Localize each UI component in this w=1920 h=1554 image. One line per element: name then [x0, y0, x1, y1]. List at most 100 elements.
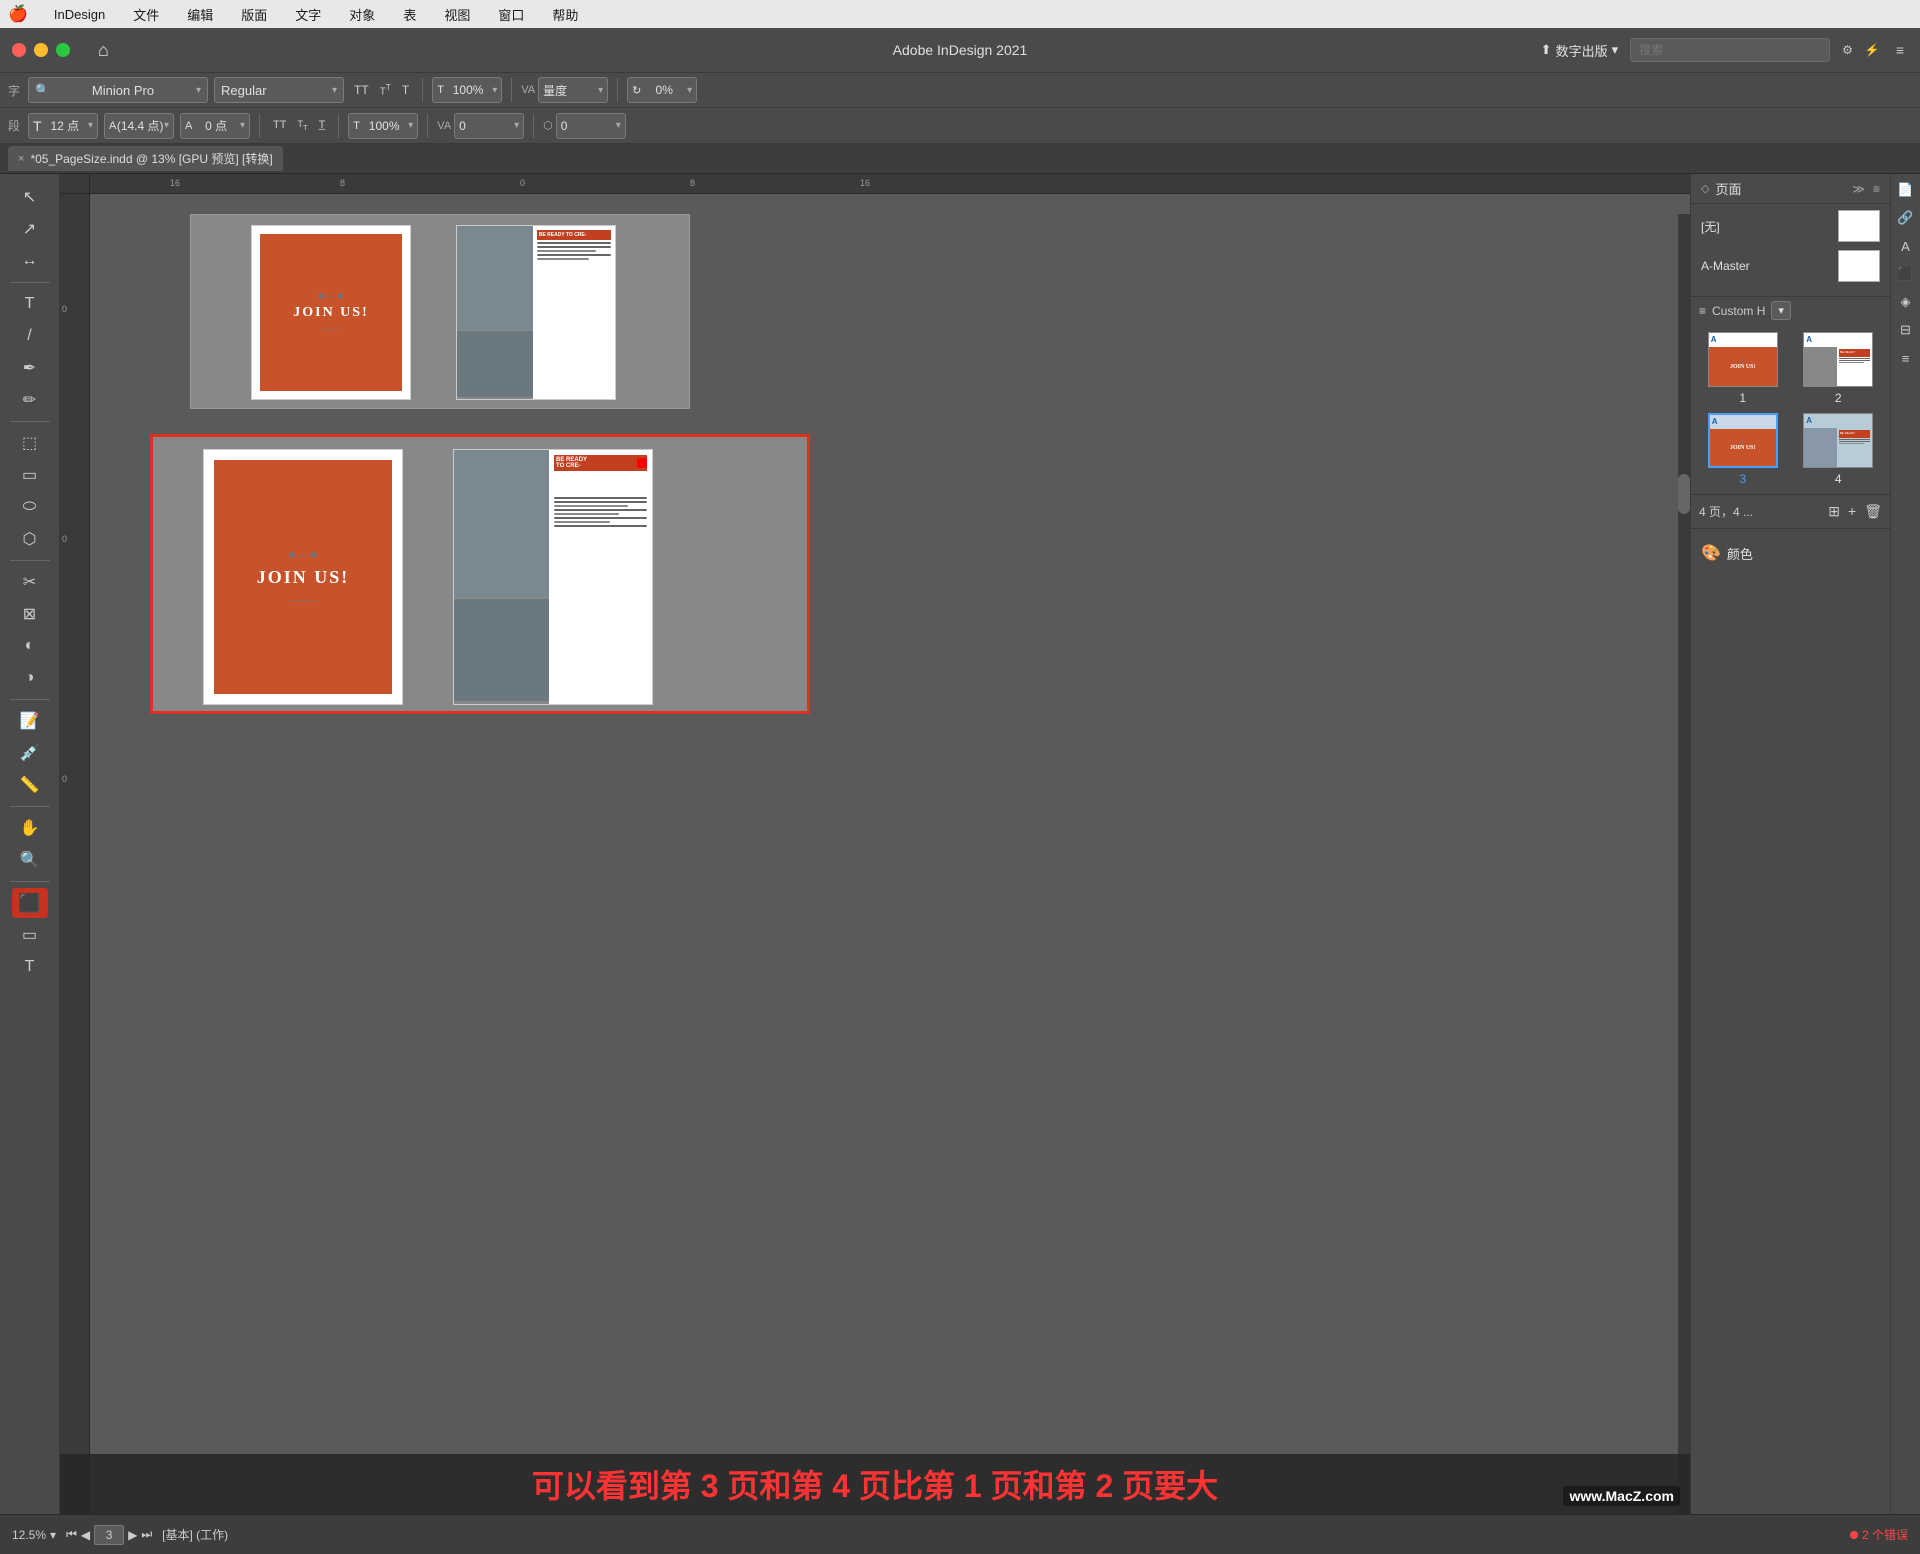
tt-btn2[interactable]: TT [376, 80, 395, 99]
page-2[interactable]: BE READY TO CRE- [456, 225, 616, 400]
tt-scale-btn1[interactable]: TT [269, 117, 290, 133]
gap-tool[interactable]: ↔ [12, 246, 48, 276]
far-right-panel: 📄 🔗 A ⬛ ◈ ⊟ ≡ [1890, 174, 1920, 1514]
zoom-value: 12.5% [12, 1528, 46, 1542]
scissors-tool[interactable]: ✂ [12, 567, 48, 597]
watermark: www.MacZ.com [1563, 1486, 1680, 1506]
t-frac-btn[interactable]: T̲ [315, 117, 330, 133]
rect-frame-tool[interactable]: ⬚ [12, 428, 48, 458]
page-thumb-1[interactable]: A ❋ JOIN US! — [1708, 332, 1778, 387]
nav-last-button[interactable]: ⏭ [141, 1527, 152, 1542]
menu-table[interactable]: 表 [397, 3, 422, 26]
maximize-button[interactable] [56, 43, 70, 57]
page-thumb-2[interactable]: A BE READY [1803, 332, 1873, 387]
eyedropper-tool[interactable]: 💉 [12, 738, 48, 768]
t-btn[interactable]: T [398, 81, 413, 99]
nav-prev-button[interactable]: ◀ [81, 1528, 90, 1542]
menu-object[interactable]: 对象 [343, 3, 381, 26]
note-tool[interactable]: 📝 [12, 706, 48, 736]
custom-h-dropdown[interactable]: ▾ [1771, 301, 1791, 320]
canvas-scrollbar[interactable] [1678, 214, 1690, 1514]
hscale-field[interactable]: T 100% ▾ [348, 113, 418, 139]
rotate-field[interactable]: ↻ 0% ▾ [627, 77, 697, 103]
panel-toggle-icon[interactable]: ≡ [1896, 42, 1904, 58]
settings-icon[interactable]: ⚙ [1842, 43, 1853, 57]
menu-file[interactable]: 文件 [127, 3, 165, 26]
search-input[interactable] [1630, 38, 1830, 62]
current-page-input[interactable] [94, 1525, 124, 1545]
gradient-feather-tool[interactable]: ◑ [12, 663, 48, 693]
error-status[interactable]: 2 个错误 [1850, 1526, 1908, 1543]
font-style-selector[interactable]: Regular ▾ [214, 77, 344, 103]
menu-edit[interactable]: 编辑 [181, 3, 219, 26]
menu-window[interactable]: 窗口 [492, 3, 530, 26]
swatches-icon[interactable]: ⬛ [1894, 262, 1918, 286]
menu-view[interactable]: 视图 [438, 3, 476, 26]
polygon-tool[interactable]: ⬡ [12, 524, 48, 554]
home-icon[interactable]: ⌂ [98, 40, 109, 61]
pages-layout-icon[interactable]: ⊞ [1828, 503, 1840, 520]
rect-tool[interactable]: ▭ [12, 460, 48, 490]
page-thumb-3[interactable]: A ❋ JOIN US! — [1708, 413, 1778, 468]
pages-add-icon[interactable]: + [1848, 503, 1856, 520]
none-master-thumb[interactable] [1838, 210, 1880, 242]
page-4[interactable]: BE READYTO CRE- [453, 449, 653, 705]
baseline-field[interactable]: 0 ▾ [556, 113, 626, 139]
hand-tool[interactable]: ✋ [12, 813, 48, 843]
pages-icon[interactable]: 📄 [1894, 178, 1918, 202]
page-thumb-4[interactable]: A BE READY [1803, 413, 1873, 468]
ellipse-tool[interactable]: ⬭ [12, 492, 48, 522]
menu-text[interactable]: 文字 [289, 3, 327, 26]
page-1[interactable]: ❋ — ❋ JOIN US! — — — [251, 225, 411, 400]
selection-tool[interactable]: ↖ [12, 182, 48, 212]
layers-icon[interactable]: ≡ [1894, 346, 1918, 370]
measure-tool[interactable]: 📏 [12, 770, 48, 800]
minimize-button[interactable] [34, 43, 48, 57]
page-3[interactable]: ❋ — ❋ JOIN US! — — — [203, 449, 403, 705]
scrollbar-thumb[interactable] [1678, 474, 1690, 514]
preview-mode-tool[interactable]: ▭ [12, 920, 48, 950]
font-selector[interactable]: 🔍 Minion Pro ▾ [28, 77, 208, 103]
tab-close-icon[interactable]: × [18, 153, 24, 165]
pen-tool[interactable]: ✒ [12, 353, 48, 383]
menu-icon[interactable]: ≡ [1873, 182, 1880, 196]
page4-content: BE READYTO CRE- [454, 450, 652, 704]
direct-selection-tool[interactable]: ↗ [12, 214, 48, 244]
zoom-control[interactable]: 12.5% ▾ [12, 1528, 56, 1542]
tt-btn1[interactable]: TT [350, 81, 373, 99]
pages-delete-icon[interactable]: 🗑 [1864, 503, 1882, 520]
effects-icon[interactable]: ◈ [1894, 290, 1918, 314]
fill-stroke-tool[interactable]: ⬛ [12, 888, 48, 918]
menu-layout[interactable]: 版面 [235, 3, 273, 26]
type-tool[interactable]: T [12, 289, 48, 319]
ruler-vertical: 0 0 0 [60, 194, 90, 1514]
tracking-field[interactable]: 量度 ▾ [538, 77, 608, 103]
styles-icon[interactable]: A [1894, 234, 1918, 258]
va-field[interactable]: 0 ▾ [454, 113, 524, 139]
close-button[interactable] [12, 43, 26, 57]
tt-scale-btn2[interactable]: TT [293, 117, 311, 134]
leading-field[interactable]: A (14.4 点) ▾ [104, 113, 174, 139]
type-on-path-tool[interactable]: T [12, 952, 48, 982]
a-master-thumb[interactable] [1838, 250, 1880, 282]
pencil-tool[interactable]: ✏ [12, 385, 48, 415]
kerning-field[interactable]: A 0 点 ▾ [180, 113, 250, 139]
line-tool[interactable]: / [12, 321, 48, 351]
nav-first-button[interactable]: ⏮ [66, 1527, 77, 1542]
page4-master-marker: A [1806, 416, 1812, 425]
menu-help[interactable]: 帮助 [546, 3, 584, 26]
nav-next-button[interactable]: ▶ [128, 1528, 137, 1542]
export-button[interactable]: ⬆ 数字出版 ▾ [1541, 41, 1618, 60]
expand-icon[interactable]: ≫ [1852, 182, 1865, 196]
align-icon[interactable]: ⊟ [1894, 318, 1918, 342]
font-size-field[interactable]: T 12 点 ▾ [28, 113, 98, 139]
apple-menu[interactable]: 🍎 [8, 4, 28, 24]
gradient-tool[interactable]: ◐ [12, 631, 48, 661]
size-field[interactable]: T 100% ▾ [432, 77, 502, 103]
document-tab[interactable]: × *05_PageSize.indd @ 13% [GPU 预览] [转换] [8, 146, 283, 171]
menu-indesign[interactable]: InDesign [48, 5, 111, 24]
free-transform-tool[interactable]: ⊠ [12, 599, 48, 629]
links-icon[interactable]: 🔗 [1894, 206, 1918, 230]
zoom-tool[interactable]: 🔍 [12, 845, 48, 875]
lightning-icon[interactable]: ⚡ [1865, 43, 1880, 57]
